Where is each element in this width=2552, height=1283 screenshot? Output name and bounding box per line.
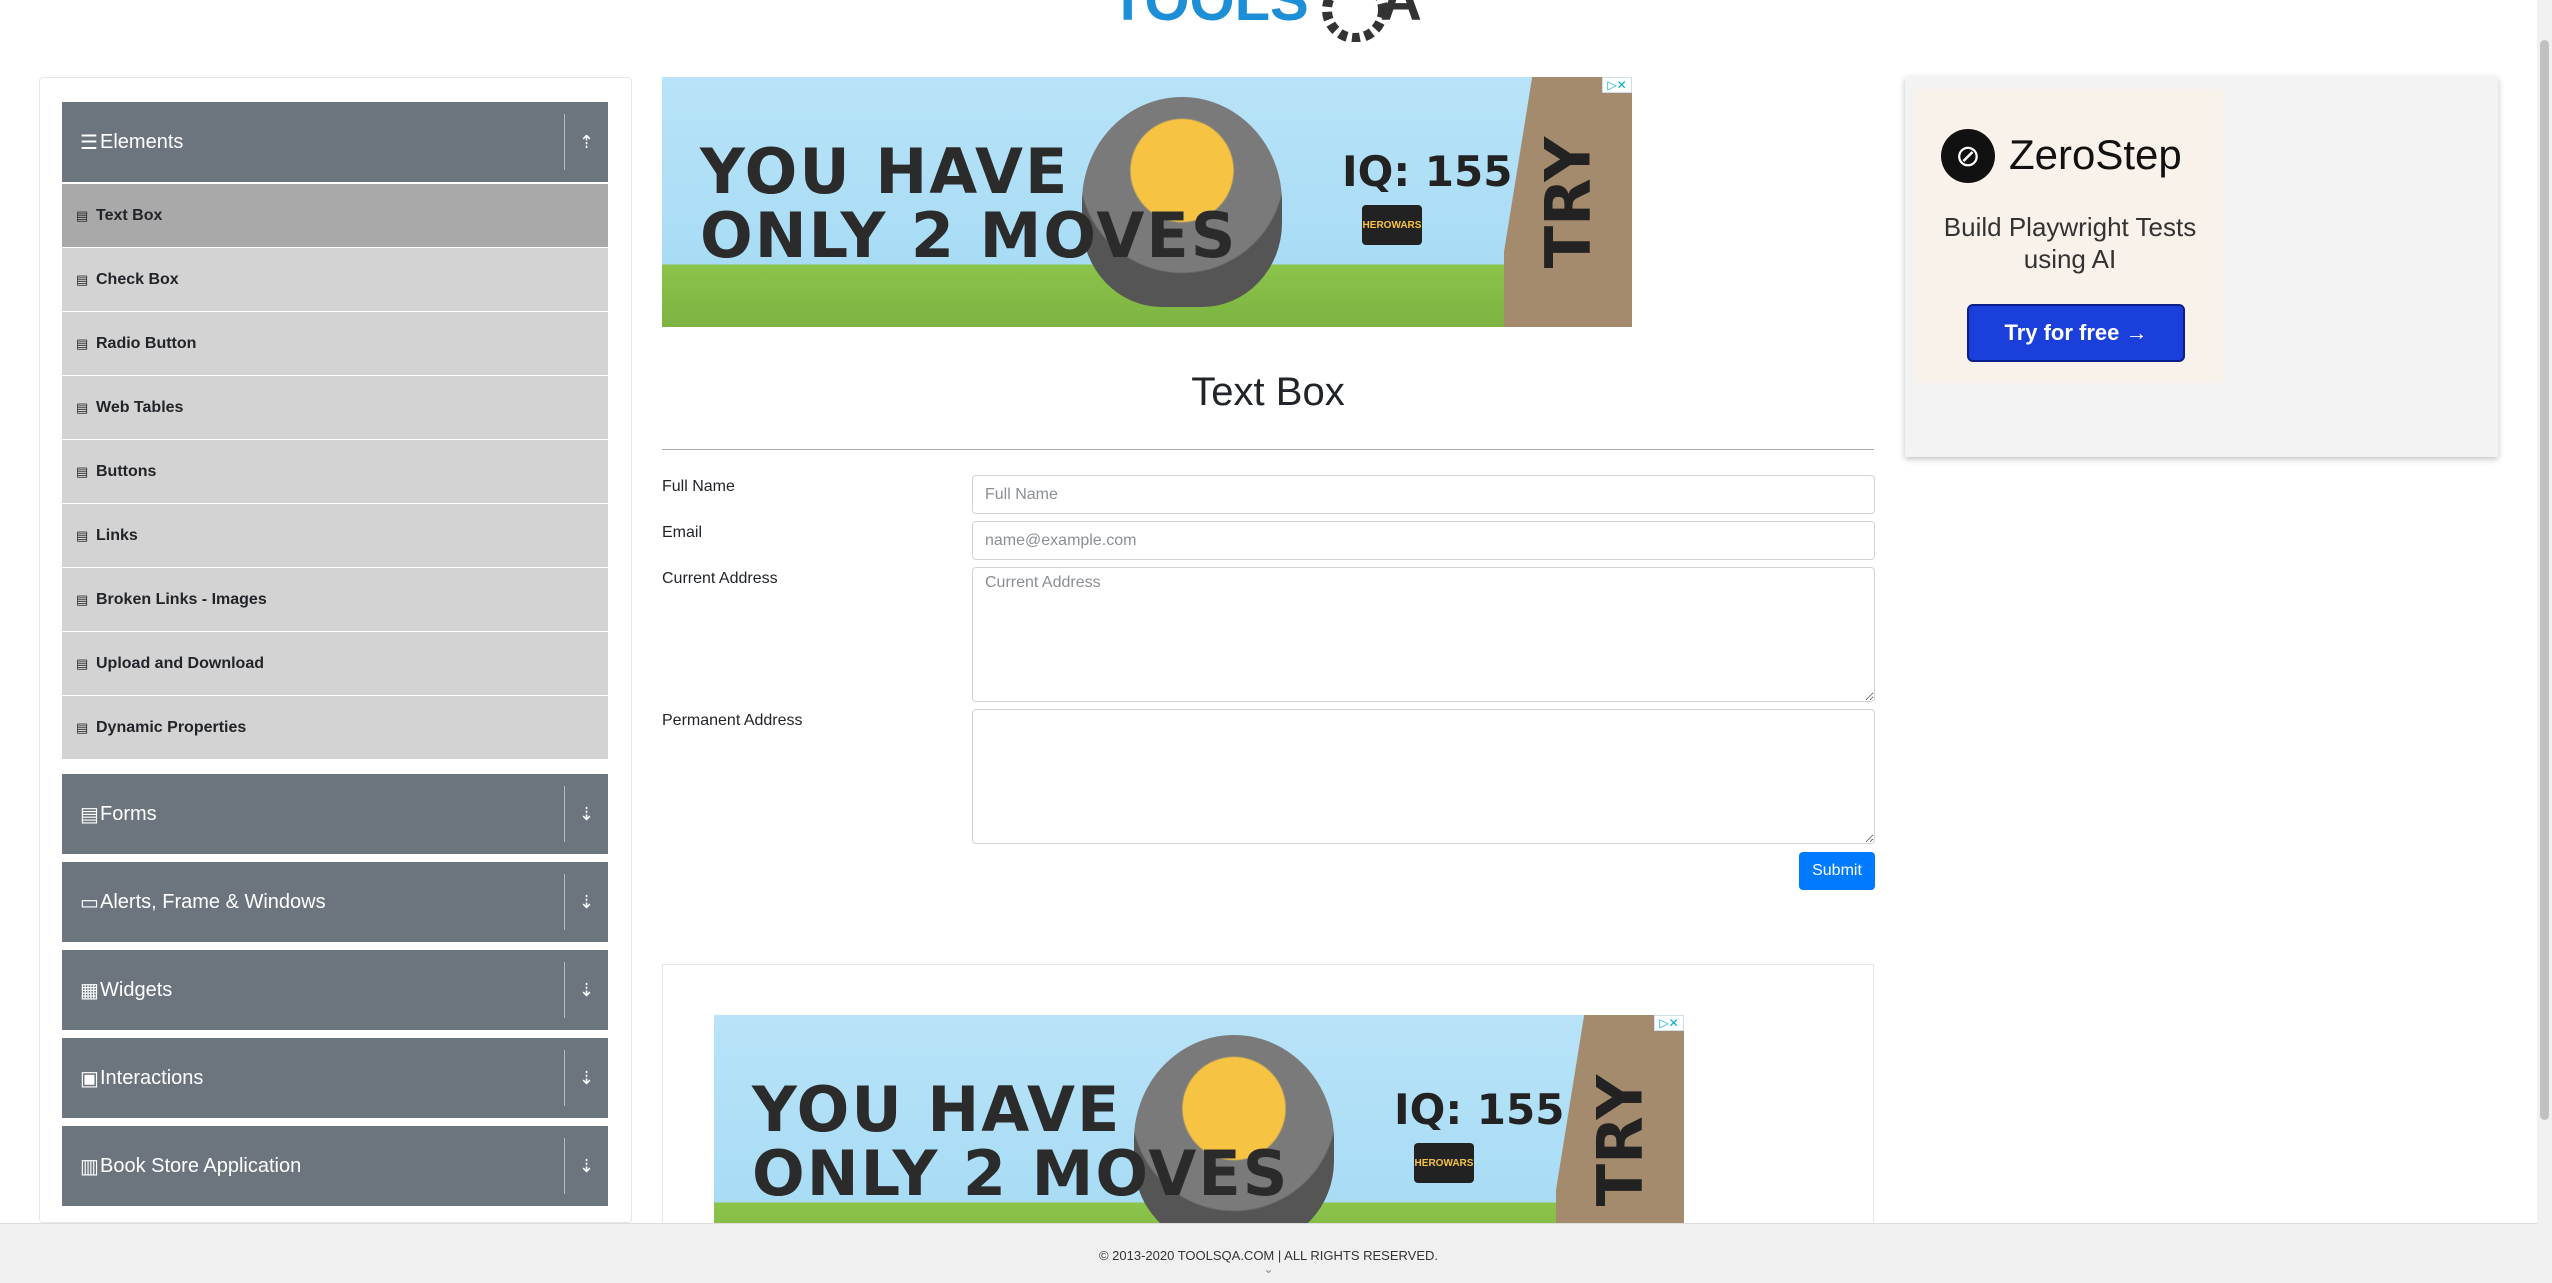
item-icon: ▤ xyxy=(76,207,89,223)
permanent-address-label: Permanent Address xyxy=(662,712,803,729)
svg-text:A: A xyxy=(1380,0,1422,33)
expand-icon[interactable]: ⇣ xyxy=(564,1138,608,1194)
window-icon: ▭ xyxy=(80,891,99,914)
group-header-elements[interactable]: ☰ Elements ⇡ xyxy=(62,102,608,182)
ad-headline: YOU HAVE xyxy=(752,1073,1122,1146)
group-header-widgets[interactable]: ▦ Widgets ⇣ xyxy=(62,950,608,1030)
item-icon: ▤ xyxy=(76,591,89,607)
item-icon: ▤ xyxy=(76,719,89,735)
ad-try-button[interactable]: TRY xyxy=(1556,1015,1684,1225)
zerostep-brand: ZeroStep xyxy=(2009,131,2182,178)
group-title: Elements xyxy=(100,130,184,153)
zerostep-tagline: Build Playwright Tests using AI xyxy=(1943,212,2197,274)
bottom-ad-frame: YOU HAVE ONLY 2 MOVES IQ: 155 HEROWARS T… xyxy=(662,964,1874,1226)
grid-icon: ▦ xyxy=(80,979,99,1002)
email-input[interactable] xyxy=(972,521,1875,560)
elements-menu: ▤ Text Box ▤ Check Box ▤ Radio Button ▤ … xyxy=(62,184,608,760)
title-divider xyxy=(662,449,1874,450)
menu-item-label: Dynamic Properties xyxy=(96,718,247,736)
menu-item-label: Buttons xyxy=(96,462,157,480)
ad-try-button[interactable]: TRY xyxy=(1504,77,1632,327)
group-title: Interactions xyxy=(100,1066,204,1089)
menu-item-web-tables[interactable]: ▤ Web Tables xyxy=(62,376,608,440)
full-name-input[interactable] xyxy=(972,475,1875,514)
current-address-textarea[interactable] xyxy=(972,567,1875,702)
ad-iq-text: IQ: 155 xyxy=(1342,147,1513,196)
try-for-free-button[interactable]: Try for free → xyxy=(1967,304,2185,362)
item-icon: ▤ xyxy=(76,399,89,415)
left-panel: ☰ Elements ⇡ ▤ Text Box ▤ Check Box ▤ Ra… xyxy=(39,77,632,1223)
group-title: Widgets xyxy=(100,978,173,1001)
permanent-address-textarea[interactable] xyxy=(972,709,1875,844)
group-header-interactions[interactable]: ▣ Interactions ⇣ xyxy=(62,1038,608,1118)
hamburger-icon: ☰ xyxy=(80,131,98,154)
group-title: Forms xyxy=(100,802,157,825)
group-header-forms[interactable]: ▤ Forms ⇣ xyxy=(62,774,608,854)
item-icon: ▤ xyxy=(76,463,89,479)
footer-copyright: © 2013-2020 TOOLSQA.COM | ALL RIGHTS RES… xyxy=(1098,1248,1439,1263)
item-icon: ▤ xyxy=(76,527,89,543)
ad-headline: YOU HAVE xyxy=(700,135,1070,208)
email-label: Email xyxy=(662,524,703,541)
menu-item-label: Text Box xyxy=(96,206,163,224)
menu-item-label: Upload and Download xyxy=(96,654,264,672)
ad-banner-bottom[interactable]: YOU HAVE ONLY 2 MOVES IQ: 155 HEROWARS T… xyxy=(714,1015,1684,1225)
toolsqa-logo[interactable]: TOOLS A xyxy=(1110,0,1435,42)
expand-icon[interactable]: ⇣ xyxy=(564,786,608,842)
expand-icon[interactable]: ⇣ xyxy=(564,874,608,930)
ad-headline: ONLY 2 MOVES xyxy=(700,199,1238,272)
menu-item-label: Broken Links - Images xyxy=(96,590,267,608)
menu-item-links[interactable]: ▤ Links xyxy=(62,504,608,568)
current-address-label: Current Address xyxy=(662,570,778,587)
submit-button[interactable]: Submit xyxy=(1799,852,1875,890)
item-icon: ▤ xyxy=(76,335,89,351)
full-name-label: Full Name xyxy=(662,478,735,495)
menu-item-label: Check Box xyxy=(96,270,179,288)
menu-item-broken-links[interactable]: ▤ Broken Links - Images xyxy=(62,568,608,632)
menu-item-dynamic-properties[interactable]: ▤ Dynamic Properties xyxy=(62,696,608,760)
books-icon: ▥ xyxy=(80,1155,99,1178)
menu-item-label: Links xyxy=(96,526,138,544)
ad-close-icon[interactable]: ▷✕ xyxy=(1602,77,1632,93)
chevron-down-icon[interactable]: ⌄ xyxy=(0,1263,2537,1275)
scrollbar-thumb[interactable] xyxy=(2540,40,2549,1120)
interaction-icon: ▣ xyxy=(80,1067,99,1090)
menu-item-label: Radio Button xyxy=(96,334,197,352)
expand-icon[interactable]: ⇣ xyxy=(564,1050,608,1106)
right-ad[interactable]: ⊘ ZeroStep Build Playwright Tests using … xyxy=(1905,77,2498,457)
group-header-alerts[interactable]: ▭ Alerts, Frame & Windows ⇣ xyxy=(62,862,608,942)
ad-iq-text: IQ: 155 xyxy=(1394,1085,1565,1134)
document-icon: ▤ xyxy=(80,803,99,826)
menu-item-label: Web Tables xyxy=(96,398,184,416)
page-title: Text Box xyxy=(1191,370,1345,414)
ad-headline: ONLY 2 MOVES xyxy=(752,1137,1290,1210)
zerostep-ad-card: ⊘ ZeroStep Build Playwright Tests using … xyxy=(1917,89,2223,383)
group-header-book-store[interactable]: ▥ Book Store Application ⇣ xyxy=(62,1126,608,1206)
group-title: Alerts, Frame & Windows xyxy=(100,890,326,913)
menu-item-upload-download[interactable]: ▤ Upload and Download xyxy=(62,632,608,696)
menu-item-check-box[interactable]: ▤ Check Box xyxy=(62,248,608,312)
menu-item-text-box[interactable]: ▤ Text Box xyxy=(62,184,608,248)
page-scrollbar[interactable] xyxy=(2537,0,2552,1283)
ad-close-icon[interactable]: ▷✕ xyxy=(1654,1015,1684,1031)
footer: © 2013-2020 TOOLSQA.COM | ALL RIGHTS RES… xyxy=(0,1223,2537,1283)
item-icon: ▤ xyxy=(76,655,89,671)
ad-brand-logo: HEROWARS xyxy=(1414,1143,1474,1183)
zerostep-logo-icon: ⊘ xyxy=(1941,129,1995,183)
svg-text:TOOLS: TOOLS xyxy=(1110,0,1309,33)
ad-banner-top[interactable]: YOU HAVE ONLY 2 MOVES IQ: 155 HEROWARS T… xyxy=(662,77,1632,327)
group-title: Book Store Application xyxy=(100,1154,302,1177)
collapse-icon[interactable]: ⇡ xyxy=(564,114,608,170)
ad-brand-logo: HEROWARS xyxy=(1362,205,1422,245)
item-icon: ▤ xyxy=(76,271,89,287)
menu-item-buttons[interactable]: ▤ Buttons xyxy=(62,440,608,504)
menu-item-radio-button[interactable]: ▤ Radio Button xyxy=(62,312,608,376)
expand-icon[interactable]: ⇣ xyxy=(564,962,608,1018)
